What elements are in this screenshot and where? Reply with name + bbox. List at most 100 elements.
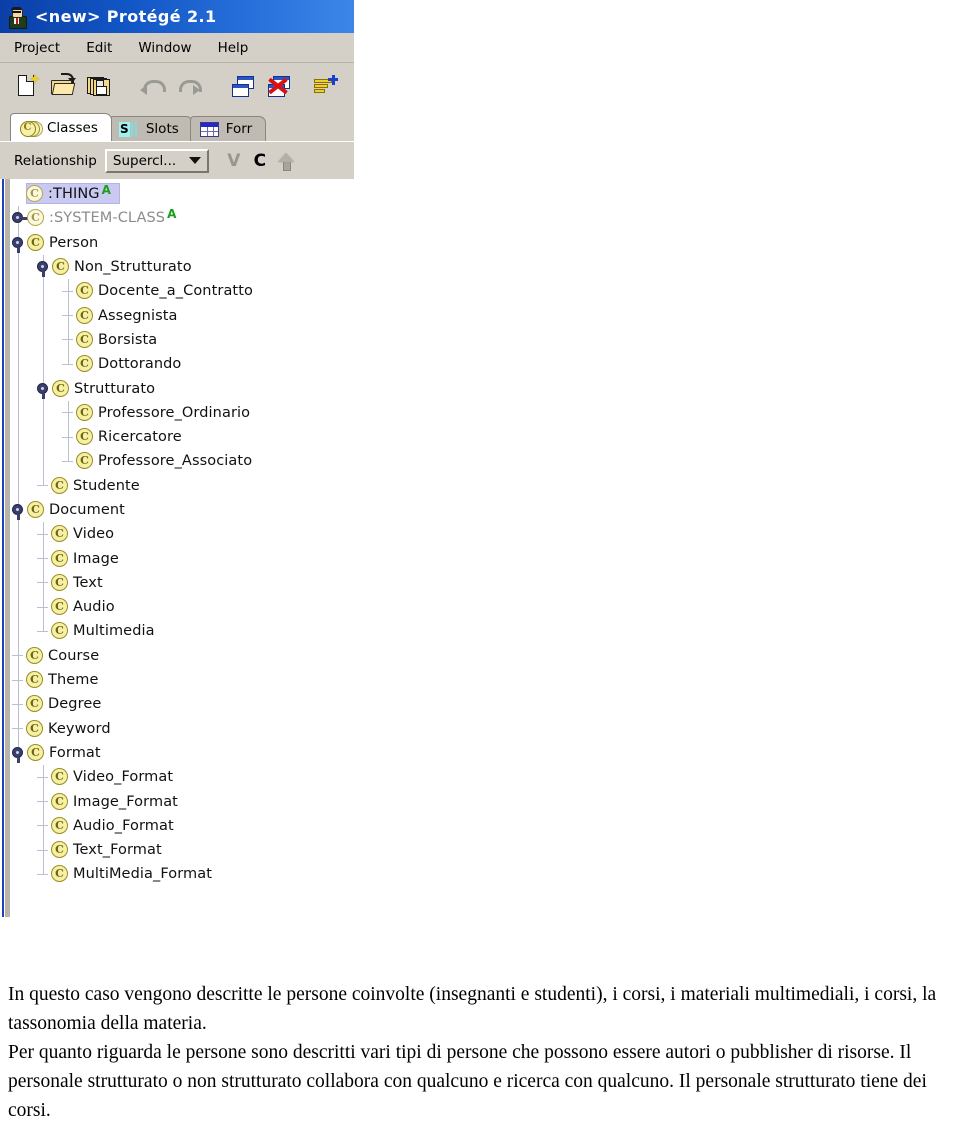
tab-classes[interactable]: C Classes [10, 113, 112, 141]
close-windows-icon[interactable] [264, 71, 294, 101]
class-tree-node[interactable]: C Assegnista [10, 303, 354, 327]
save-project-icon[interactable] [84, 71, 114, 101]
class-tree-node-label: Format [49, 744, 101, 761]
class-tree-node[interactable]: C:SYSTEM-CLASS A [10, 206, 354, 230]
class-tree-node[interactable]: C Ricercatore [10, 425, 354, 449]
relationship-label: Relationship [14, 152, 97, 169]
class-tree-node[interactable]: C:THING A [10, 182, 354, 206]
class-tree-node[interactable]: C Text [10, 571, 354, 595]
class-tree-node[interactable]: C Person [10, 231, 354, 255]
tree-connector [35, 599, 49, 615]
menu-item-help[interactable]: Help [218, 40, 249, 56]
relationship-select-value: Supercl... [112, 152, 177, 169]
tree-connector [60, 405, 74, 421]
tree-connector [60, 283, 74, 299]
class-tree-node[interactable]: C Multimedia [10, 619, 354, 643]
manage-windows-icon[interactable] [228, 71, 258, 101]
move-up-arrow-icon[interactable] [273, 148, 299, 174]
tab-forms-label: Forr [225, 121, 253, 137]
tab-slots[interactable]: S Slots [108, 116, 193, 141]
tree-connector [60, 332, 74, 348]
class-tree-node[interactable]: C Image_Format [10, 789, 354, 813]
collapse-toggle-icon[interactable] [35, 259, 51, 278]
classes-icon: C [20, 120, 43, 137]
menu-item-project[interactable]: Project [14, 40, 60, 56]
class-tree-node-label: Video_Format [73, 769, 174, 786]
relationship-select[interactable]: Supercl... [104, 148, 209, 173]
class-tree-node[interactable]: C Docente_a_Contratto [10, 279, 354, 303]
class-tree-node[interactable]: C Video [10, 522, 354, 546]
class-tree-node-label: Text_Format [73, 842, 162, 859]
forms-icon [199, 121, 219, 137]
menu-item-window[interactable]: Window [138, 40, 191, 56]
tree-scrollbar[interactable] [0, 179, 10, 917]
class-tree-node-label: Audio_Format [73, 817, 174, 834]
class-tree-node[interactable]: C Audio_Format [10, 814, 354, 838]
class-icon: C [76, 452, 94, 470]
class-tree-node-label: :THING [48, 186, 100, 203]
class-tree-node-label: Theme [48, 672, 99, 689]
class-tree-node[interactable]: C Video_Format [10, 765, 354, 789]
class-tree[interactable]: C:THING A C:SYSTEM-CLASS A C Person C Non_Strut… [10, 179, 354, 917]
class-tree-node[interactable]: C Degree [10, 692, 354, 716]
configure-tabs-icon[interactable] [310, 71, 340, 101]
class-icon: C [26, 646, 44, 665]
class-tree-node-label: Image [73, 550, 119, 567]
class-tree-node[interactable]: C Course [10, 644, 354, 668]
tree-connector [10, 672, 24, 688]
class-tree-node[interactable]: C Format [10, 741, 354, 765]
chevron-down-icon [188, 157, 201, 164]
menu-item-edit[interactable]: Edit [86, 40, 112, 56]
open-project-icon[interactable] [48, 71, 78, 101]
collapse-toggle-icon[interactable] [10, 235, 26, 253]
class-icon: C [51, 573, 69, 592]
class-tree-node[interactable]: C MultiMedia_Format [10, 862, 354, 886]
view-action-button[interactable]: V [221, 148, 247, 174]
class-tree-node[interactable]: C Document [10, 498, 354, 522]
class-tree-node-label: Studente [73, 477, 140, 494]
class-icon: C [52, 379, 70, 398]
caption-text: In questo caso vengono descritte le pers… [8, 980, 952, 1125]
expand-toggle-icon[interactable] [10, 210, 28, 226]
class-tree-node[interactable]: C Professore_Associato [10, 449, 354, 473]
tree-connector [10, 648, 24, 664]
class-icon: C [26, 185, 44, 203]
class-icon: C [76, 306, 94, 325]
class-icon: C [51, 549, 69, 568]
tree-connector [10, 721, 24, 737]
new-project-icon[interactable]: ✦ [12, 71, 42, 101]
class-icon: C [76, 330, 94, 349]
class-icon: C [51, 792, 69, 811]
collapse-toggle-icon[interactable] [35, 381, 51, 399]
tab-forms[interactable]: Forr [189, 116, 267, 141]
class-tree-node[interactable]: C Text_Format [10, 838, 354, 862]
create-class-action-button[interactable]: C [247, 148, 273, 174]
class-tree-node-label: Keyword [48, 720, 111, 737]
professor-icon [7, 6, 27, 29]
redo-icon[interactable] [174, 71, 204, 101]
class-tree-node[interactable]: C Professore_Ordinario [10, 401, 354, 425]
class-tree-node[interactable]: C Dottorando [10, 352, 354, 376]
class-icon: C [76, 282, 94, 300]
class-tree-node-label: :SYSTEM-CLASS [49, 210, 166, 227]
class-tree-node[interactable]: C Studente [10, 474, 354, 498]
class-tree-node[interactable]: C Borsista [10, 328, 354, 352]
caption-paragraph-2: Per quanto riguarda le persone sono desc… [8, 1042, 927, 1121]
tree-connector [35, 769, 49, 785]
class-tree-node[interactable]: C Non_Strutturato [10, 255, 354, 279]
class-tree-node[interactable]: C Keyword [10, 717, 354, 741]
collapse-toggle-icon[interactable] [10, 745, 26, 763]
tree-connector-rail [17, 206, 19, 754]
class-icon: C [51, 476, 69, 495]
class-icon: C [76, 403, 94, 422]
collapse-toggle-icon[interactable] [10, 502, 26, 520]
class-tree-node[interactable]: C Theme [10, 668, 354, 692]
class-tree-node[interactable]: C Audio [10, 595, 354, 619]
class-tree-node-label: Borsista [98, 331, 158, 348]
class-tree-node[interactable]: C Strutturato [10, 376, 354, 400]
undo-icon[interactable] [138, 71, 168, 101]
class-tree-container: C:THING A C:SYSTEM-CLASS A C Person C Non_Strut… [0, 179, 354, 917]
class-tree-node-label: Assegnista [98, 307, 178, 324]
class-tree-node[interactable]: C Image [10, 546, 354, 570]
class-tree-node-label: Document [49, 502, 125, 518]
